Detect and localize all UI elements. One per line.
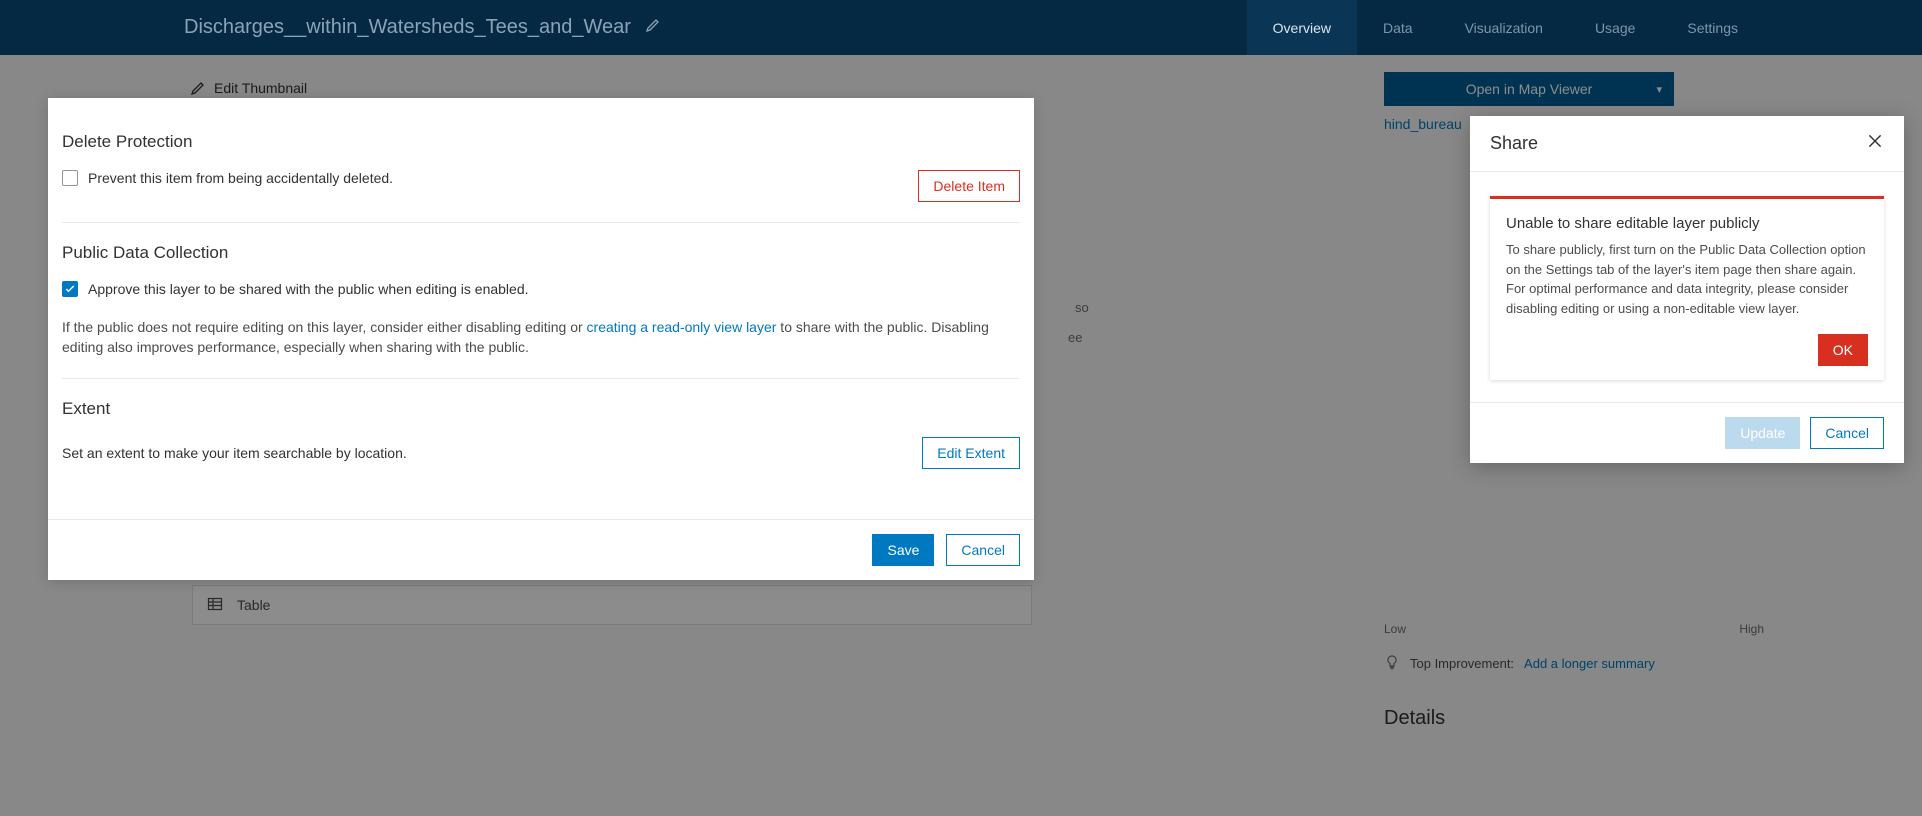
delete-protection-title: Delete Protection xyxy=(62,132,1020,152)
pencil-icon[interactable] xyxy=(645,17,661,38)
read-only-view-link[interactable]: creating a read-only view layer xyxy=(587,319,777,335)
page-title: Discharges__within_Watersheds_Tees_and_W… xyxy=(184,16,631,39)
public-data-help-pre: If the public does not require editing o… xyxy=(62,319,587,335)
public-data-title: Public Data Collection xyxy=(62,243,1020,263)
tab-visualization[interactable]: Visualization xyxy=(1439,0,1569,55)
share-alert: Unable to share editable layer publicly … xyxy=(1490,196,1884,380)
delete-protection-label: Prevent this item from being accidentall… xyxy=(88,170,393,186)
extent-section: Extent Set an extent to make your item s… xyxy=(62,378,1020,489)
tab-data[interactable]: Data xyxy=(1357,0,1439,55)
cancel-button[interactable]: Cancel xyxy=(946,534,1020,566)
tab-usage[interactable]: Usage xyxy=(1569,0,1661,55)
close-icon[interactable] xyxy=(1866,132,1884,155)
update-button[interactable]: Update xyxy=(1725,417,1800,449)
share-cancel-button[interactable]: Cancel xyxy=(1810,417,1884,449)
share-header: Share xyxy=(1470,116,1904,172)
save-button[interactable]: Save xyxy=(872,534,934,566)
public-data-section: Public Data Collection Approve this laye… xyxy=(62,222,1020,378)
edit-extent-button[interactable]: Edit Extent xyxy=(922,437,1020,469)
share-alert-body: To share publicly, first turn on the Pub… xyxy=(1506,240,1868,318)
public-data-help: If the public does not require editing o… xyxy=(62,317,1020,358)
tab-overview[interactable]: Overview xyxy=(1247,0,1357,55)
settings-footer: Save Cancel xyxy=(48,519,1034,580)
tab-settings[interactable]: Settings xyxy=(1661,0,1764,55)
settings-modal: Delete Protection Prevent this item from… xyxy=(48,98,1034,580)
checkbox-unchecked-icon xyxy=(62,170,78,186)
share-footer: Update Cancel xyxy=(1470,402,1904,463)
alert-ok-button[interactable]: OK xyxy=(1818,334,1868,366)
checkbox-checked-icon xyxy=(62,281,78,297)
extent-title: Extent xyxy=(62,399,1020,419)
delete-protection-section: Delete Protection Prevent this item from… xyxy=(62,98,1020,222)
public-data-label: Approve this layer to be shared with the… xyxy=(88,281,529,297)
share-title: Share xyxy=(1490,133,1538,154)
public-data-checkbox[interactable]: Approve this layer to be shared with the… xyxy=(62,281,1020,297)
top-bar: Discharges__within_Watersheds_Tees_and_W… xyxy=(0,0,1922,55)
top-nav: Overview Data Visualization Usage Settin… xyxy=(1247,0,1764,55)
extent-desc: Set an extent to make your item searchab… xyxy=(62,445,407,461)
delete-item-button[interactable]: Delete Item xyxy=(918,170,1020,202)
share-panel: Share Unable to share editable layer pub… xyxy=(1470,116,1904,463)
share-alert-title: Unable to share editable layer publicly xyxy=(1506,215,1868,232)
delete-protection-checkbox[interactable]: Prevent this item from being accidentall… xyxy=(62,170,393,186)
